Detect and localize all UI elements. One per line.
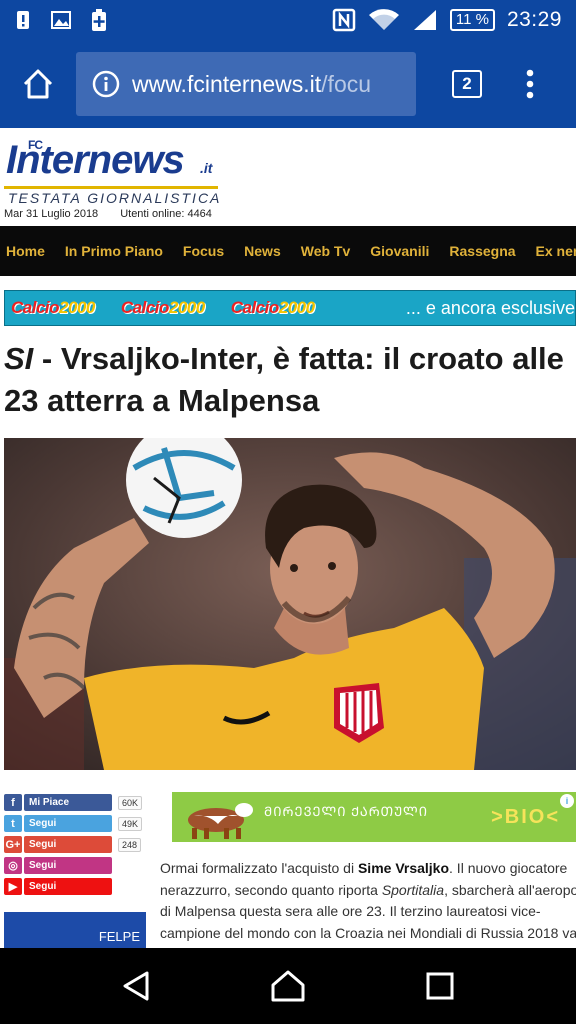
ad-text: ᲛᲘᲠᲔᲕᲔᲚᲘ ᲥᲐᲠᲗᲣᲚᲘ bbox=[264, 804, 429, 819]
social-row: ◎ Segui bbox=[4, 855, 148, 876]
screen: 11 % 23:29 www.fcinternews.it/focu 2 FC I… bbox=[0, 0, 576, 1024]
follower-count: 60K bbox=[118, 795, 143, 810]
youtube-icon: ▶ bbox=[4, 878, 22, 895]
home-outline-icon bbox=[271, 970, 305, 1002]
googleplus-icon: G+ bbox=[4, 836, 22, 853]
square-icon bbox=[426, 972, 454, 1000]
follow-button[interactable]: Segui bbox=[24, 878, 112, 895]
more-vert-icon bbox=[526, 69, 534, 99]
player-photo bbox=[4, 438, 576, 770]
home-button[interactable] bbox=[0, 40, 76, 128]
social-row: t Segui 49K bbox=[4, 813, 148, 834]
nfc-icon bbox=[332, 8, 356, 32]
main-nav: Home In Primo Piano Focus News Web Tv Giovani… bbox=[0, 226, 576, 276]
source-name: Sportitalia bbox=[381, 881, 445, 898]
tab-switcher-button[interactable]: 2 bbox=[452, 70, 482, 98]
promo-felpe[interactable]: FELPE bbox=[4, 912, 146, 948]
cow-icon bbox=[188, 803, 253, 839]
back-button[interactable] bbox=[108, 958, 164, 1014]
online-users: Utenti online: 4464 bbox=[120, 208, 212, 220]
image-icon bbox=[51, 11, 71, 29]
follow-button[interactable]: Segui bbox=[24, 857, 112, 874]
calcio2000-banner[interactable]: Calcio2000 Calcio2000 Calcio2000 ... e anco… bbox=[4, 290, 576, 326]
android-navigation-bar bbox=[0, 948, 576, 1024]
article-body: Ormai formalizzato l'acquisto di Sime Vr… bbox=[160, 858, 576, 944]
current-date: Mar 31 Luglio 2018 bbox=[4, 208, 99, 220]
follower-count: 49K bbox=[118, 816, 143, 831]
nav-item-web-tv[interactable]: Web Tv bbox=[301, 243, 351, 259]
nav-item-rassegna[interactable]: Rassegna bbox=[449, 243, 515, 259]
article-line: di Malpensa questa sera alle ore 23. Il … bbox=[160, 901, 576, 923]
site-header: FC Internews .it TESTATA GIORNALISTICA Ma… bbox=[0, 128, 576, 226]
url-path: /focu bbox=[321, 70, 372, 97]
article-line: nerazzurro, secondo quanto riporta Sport… bbox=[160, 880, 576, 902]
adchoices-icon[interactable]: i bbox=[560, 794, 574, 808]
clock: 23:29 bbox=[506, 8, 562, 31]
recents-button[interactable] bbox=[412, 958, 468, 1014]
instagram-icon: ◎ bbox=[4, 857, 22, 874]
browser-toolbar: www.fcinternews.it/focu 2 bbox=[0, 40, 576, 128]
url-bar[interactable]: www.fcinternews.it/focu bbox=[76, 52, 416, 116]
back-triangle-icon bbox=[123, 971, 149, 1001]
follow-button[interactable]: Segui bbox=[24, 815, 112, 832]
notification-icons bbox=[14, 9, 108, 31]
headline-text: - Vrsaljko-Inter, è fatta: il croato all… bbox=[4, 341, 564, 418]
text-run: , sbarcherà all'aeropo bbox=[444, 881, 576, 898]
site-logo[interactable]: FC Internews .it TESTATA GIORNALISTICA bbox=[4, 136, 224, 206]
signal-icon bbox=[413, 10, 436, 30]
social-row: ▶ Segui bbox=[4, 876, 148, 897]
facebook-icon: f bbox=[4, 794, 22, 811]
url-text: www.fcinternews.it/focu bbox=[132, 71, 371, 98]
nav-item-home[interactable]: Home bbox=[6, 243, 45, 259]
text-run: Ormai formalizzato l'acquisto di bbox=[160, 860, 358, 876]
article-photo bbox=[4, 438, 576, 770]
ad-brand: >BIO< bbox=[491, 806, 560, 828]
social-follow-panel: f Mi Piace 60K t Segui 49K G+ Segui 248 ◎ Segui ▶ Se… bbox=[4, 792, 148, 897]
overflow-menu-button[interactable] bbox=[500, 54, 560, 114]
info-icon[interactable] bbox=[92, 70, 120, 98]
nav-item-focus[interactable]: Focus bbox=[183, 243, 224, 259]
nav-item-giovanili[interactable]: Giovanili bbox=[370, 243, 429, 259]
article-line: campione del mondo con la Croazia nei Mo… bbox=[160, 923, 576, 945]
promo-label: FELPE bbox=[98, 929, 140, 944]
battery-plus-icon bbox=[92, 9, 106, 31]
twitter-icon: t bbox=[4, 815, 22, 832]
text-run: campione del mondo con la Croazia nei Mo… bbox=[160, 924, 576, 941]
article-headline: SI - Vrsaljko-Inter, è fatta: il croato … bbox=[4, 338, 574, 422]
home-icon bbox=[23, 69, 53, 99]
follower-count: 248 bbox=[118, 837, 142, 852]
status-bar: 11 % 23:29 bbox=[0, 0, 576, 40]
ad-banner[interactable]: ᲛᲘᲠᲔᲕᲔᲚᲘ ᲥᲐᲠᲗᲣᲚᲘ >BIO< i bbox=[172, 792, 576, 842]
text-run: . Il nuovo giocatore bbox=[449, 860, 568, 876]
banner-tagline: ... e ancora esclusive bbox=[405, 297, 575, 318]
calcio2000-logo: Calcio2000 bbox=[230, 298, 315, 317]
battery-indicator: 11 % bbox=[449, 9, 495, 31]
social-row: f Mi Piace 60K bbox=[4, 792, 148, 813]
nav-item-in-primo-piano[interactable]: In Primo Piano bbox=[65, 243, 163, 259]
follow-button[interactable]: Mi Piace bbox=[24, 794, 112, 811]
url-host: www.fcinternews.it bbox=[132, 70, 322, 97]
nav-item-news[interactable]: News bbox=[244, 243, 281, 259]
system-indicators: 11 % 23:29 bbox=[332, 8, 562, 32]
android-home-button[interactable] bbox=[260, 958, 316, 1014]
wifi-icon bbox=[368, 9, 399, 30]
text-run: di Malpensa questa sera alle ore 23. Il … bbox=[160, 903, 541, 919]
header-meta: Mar 31 Luglio 2018 Utenti online: 4464 bbox=[4, 208, 212, 220]
social-row: G+ Segui 248 bbox=[4, 834, 148, 855]
calcio2000-logo: Calcio2000 bbox=[11, 298, 95, 317]
calcio2000-logo: Calcio2000 bbox=[120, 298, 205, 317]
text-run: nerazzurro, secondo quanto riporta bbox=[160, 881, 382, 898]
article-line: Ormai formalizzato l'acquisto di Sime Vr… bbox=[160, 858, 576, 880]
nav-item-ex-neraz[interactable]: Ex neraz bbox=[536, 243, 576, 259]
follow-button[interactable]: Segui bbox=[24, 836, 112, 853]
logo-wordmark: FC Internews bbox=[6, 138, 185, 182]
player-name: Sime Vrsaljko bbox=[357, 860, 450, 876]
alert-icon bbox=[17, 11, 29, 29]
logo-tagline: TESTATA GIORNALISTICA bbox=[8, 190, 222, 206]
headline-source: SI bbox=[4, 341, 34, 376]
logo-tld: .it bbox=[200, 160, 213, 176]
logo-underline bbox=[4, 186, 218, 189]
